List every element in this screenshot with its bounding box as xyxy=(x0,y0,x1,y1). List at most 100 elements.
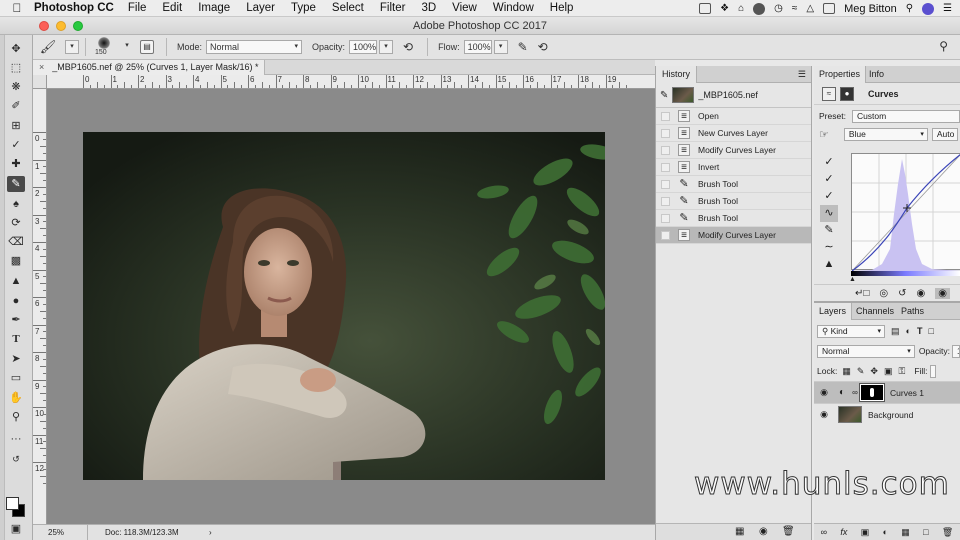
marquee-tool-icon[interactable]: ⬚ xyxy=(7,60,25,76)
menu-3d[interactable]: 3D xyxy=(421,2,436,14)
history-source-checkbox[interactable] xyxy=(661,179,670,189)
filter-adjustment-icon[interactable]: ◐ xyxy=(906,326,911,336)
sample-gray-eyedropper-icon[interactable]: ✓ xyxy=(820,171,838,188)
clipping-warning-icon[interactable]: ▲ xyxy=(820,256,838,273)
smooth-curve-icon[interactable]: ∼ xyxy=(820,239,838,256)
history-source-checkbox[interactable] xyxy=(661,230,670,240)
history-source-checkbox[interactable] xyxy=(661,162,670,172)
on-image-adjust-icon[interactable]: ☞ xyxy=(819,128,829,141)
auto-button[interactable]: Auto xyxy=(931,127,958,141)
tab-history[interactable]: History xyxy=(656,66,698,83)
app-menu[interactable]: Photoshop CC xyxy=(34,2,114,14)
new-layer-icon[interactable]: □ xyxy=(923,527,928,537)
history-brush-tool-icon[interactable]: ⟳ xyxy=(7,215,25,231)
layer-opacity-input[interactable]: 100% xyxy=(952,344,960,358)
history-source-checkbox[interactable] xyxy=(661,128,670,138)
zoom-tool-icon[interactable]: ⚲ xyxy=(7,409,25,425)
canvas-area[interactable] xyxy=(47,89,655,524)
eye-icon[interactable]: ◉ xyxy=(814,409,834,420)
add-mask-icon[interactable]: ▣ xyxy=(861,527,870,538)
opacity-slider-dropdown[interactable]: ▾ xyxy=(379,40,394,54)
spotlight-icon[interactable]: ⚲ xyxy=(906,3,913,14)
menu-help[interactable]: Help xyxy=(550,2,574,14)
lock-position-icon[interactable]: ✥ xyxy=(870,366,878,377)
trash-icon[interactable]: 🗑 xyxy=(942,527,953,538)
evernote-icon[interactable] xyxy=(753,2,766,15)
history-item[interactable]: ✎ Brush Tool xyxy=(656,176,811,193)
flow-slider-dropdown[interactable]: ▾ xyxy=(493,40,508,54)
filter-pixel-icon[interactable]: ▤ xyxy=(891,326,900,337)
history-item[interactable]: ✎ Brush Tool xyxy=(656,193,811,210)
camera-snapshot-icon[interactable]: ◉ xyxy=(759,526,768,537)
history-source-checkbox[interactable] xyxy=(661,111,670,121)
tab-channels[interactable]: Channels xyxy=(856,303,894,320)
curves-adjustment-icon[interactable]: ≈ xyxy=(822,86,836,101)
brush-tool-preset-icon[interactable]: 🖌 xyxy=(33,39,63,55)
rectangle-tool-icon[interactable]: ▭ xyxy=(7,370,25,386)
history-item[interactable]: ≡ New Curves Layer xyxy=(656,125,811,142)
draw-curve-icon[interactable]: ✎ xyxy=(820,222,838,239)
panel-menu-icon[interactable]: ☰ xyxy=(798,69,806,80)
clone-stamp-tool-icon[interactable]: ♠ xyxy=(7,196,25,212)
move-tool-icon[interactable]: ✥ xyxy=(7,41,25,57)
lock-all-icon[interactable]: ⚿ xyxy=(898,366,905,377)
foreground-color-swatch[interactable] xyxy=(6,497,19,510)
apple-icon[interactable]:  xyxy=(0,1,34,15)
history-brush-source-icon[interactable]: ✎ xyxy=(660,90,668,101)
history-item[interactable]: ≡ Invert xyxy=(656,159,811,176)
trash-icon[interactable]: 🗑 xyxy=(782,526,795,537)
siri-icon[interactable] xyxy=(922,2,935,15)
menu-window[interactable]: Window xyxy=(493,2,534,14)
lock-artboard-icon[interactable]: ▣ xyxy=(884,366,893,377)
history-source-checkbox[interactable] xyxy=(661,145,670,155)
lock-transparency-icon[interactable]: ▦ xyxy=(842,366,851,377)
time-machine-icon[interactable]: ◷ xyxy=(774,3,783,14)
layer-style-icon[interactable]: fx xyxy=(840,527,847,537)
battery-icon[interactable] xyxy=(823,3,836,14)
new-document-from-state-icon[interactable]: ▦ xyxy=(735,526,744,537)
tab-info[interactable]: Info xyxy=(869,66,884,83)
layer-name[interactable]: Background xyxy=(868,410,913,420)
zoom-level[interactable]: 25% xyxy=(33,525,88,540)
brush-panel-toggle-icon[interactable]: ▤ xyxy=(140,40,154,54)
reset-icon[interactable]: ↺ xyxy=(898,288,906,299)
status-menu-icon[interactable]: › xyxy=(209,525,212,540)
history-snapshot[interactable]: ✎ _MBP1605.nef xyxy=(656,83,811,108)
layer-name[interactable]: Curves 1 xyxy=(890,388,924,398)
view-previous-icon[interactable]: ◎ xyxy=(879,288,888,299)
panel-grip[interactable] xyxy=(0,35,5,540)
tab-paths[interactable]: Paths xyxy=(901,303,924,320)
filter-shape-icon[interactable]: □ xyxy=(928,326,933,336)
channel-select[interactable]: Blue ▾ xyxy=(843,127,928,141)
tool-preset-dropdown[interactable]: ▾ xyxy=(65,40,79,54)
history-item[interactable]: ≡ Modify Curves Layer xyxy=(656,142,811,159)
wifi-icon[interactable]: ≈ xyxy=(792,3,798,14)
brush-tool-icon[interactable]: ✎ xyxy=(7,176,25,192)
horizontal-ruler[interactable]: 0 1 2 3 4 5 6 7 8 9 10 11 12 13 14 15 16 17 18 19 xyxy=(47,75,655,89)
tab-layers[interactable]: Layers xyxy=(814,303,853,320)
close-tab-icon[interactable]: × xyxy=(39,62,44,72)
pen-tool-icon[interactable]: ✒ xyxy=(7,312,25,328)
filter-type-icon[interactable]: T xyxy=(917,326,923,336)
eyedropper-tool-icon[interactable]: ✓ xyxy=(7,137,25,153)
quick-select-tool-icon[interactable]: ✐ xyxy=(7,98,25,114)
airplay-icon[interactable]: △ xyxy=(806,3,814,14)
dodge-tool-icon[interactable]: ● xyxy=(7,293,25,309)
lasso-tool-icon[interactable]: ❋ xyxy=(7,79,25,95)
menu-file[interactable]: File xyxy=(128,2,147,14)
flow-input[interactable]: 100% xyxy=(463,40,492,54)
menu-view[interactable]: View xyxy=(452,2,477,14)
opacity-input[interactable]: 100% xyxy=(349,40,378,54)
home-icon[interactable]: ⌂ xyxy=(738,3,744,14)
display-icon[interactable] xyxy=(699,3,712,14)
document-image[interactable] xyxy=(83,132,605,480)
eye-icon[interactable]: ◉ xyxy=(814,387,834,398)
new-adjustment-icon[interactable]: ◐ xyxy=(883,527,888,537)
new-group-icon[interactable]: ▦ xyxy=(901,527,910,538)
history-item[interactable]: ≡ Open xyxy=(656,108,811,125)
more-tools-icon[interactable]: ··· xyxy=(7,431,25,447)
menu-edit[interactable]: Edit xyxy=(162,2,182,14)
quick-mask-icon[interactable]: ▣ xyxy=(7,521,25,537)
hand-tool-icon[interactable]: ✋ xyxy=(7,390,25,406)
filter-kind-select[interactable]: ⚲ Kind ▾ xyxy=(817,324,885,338)
